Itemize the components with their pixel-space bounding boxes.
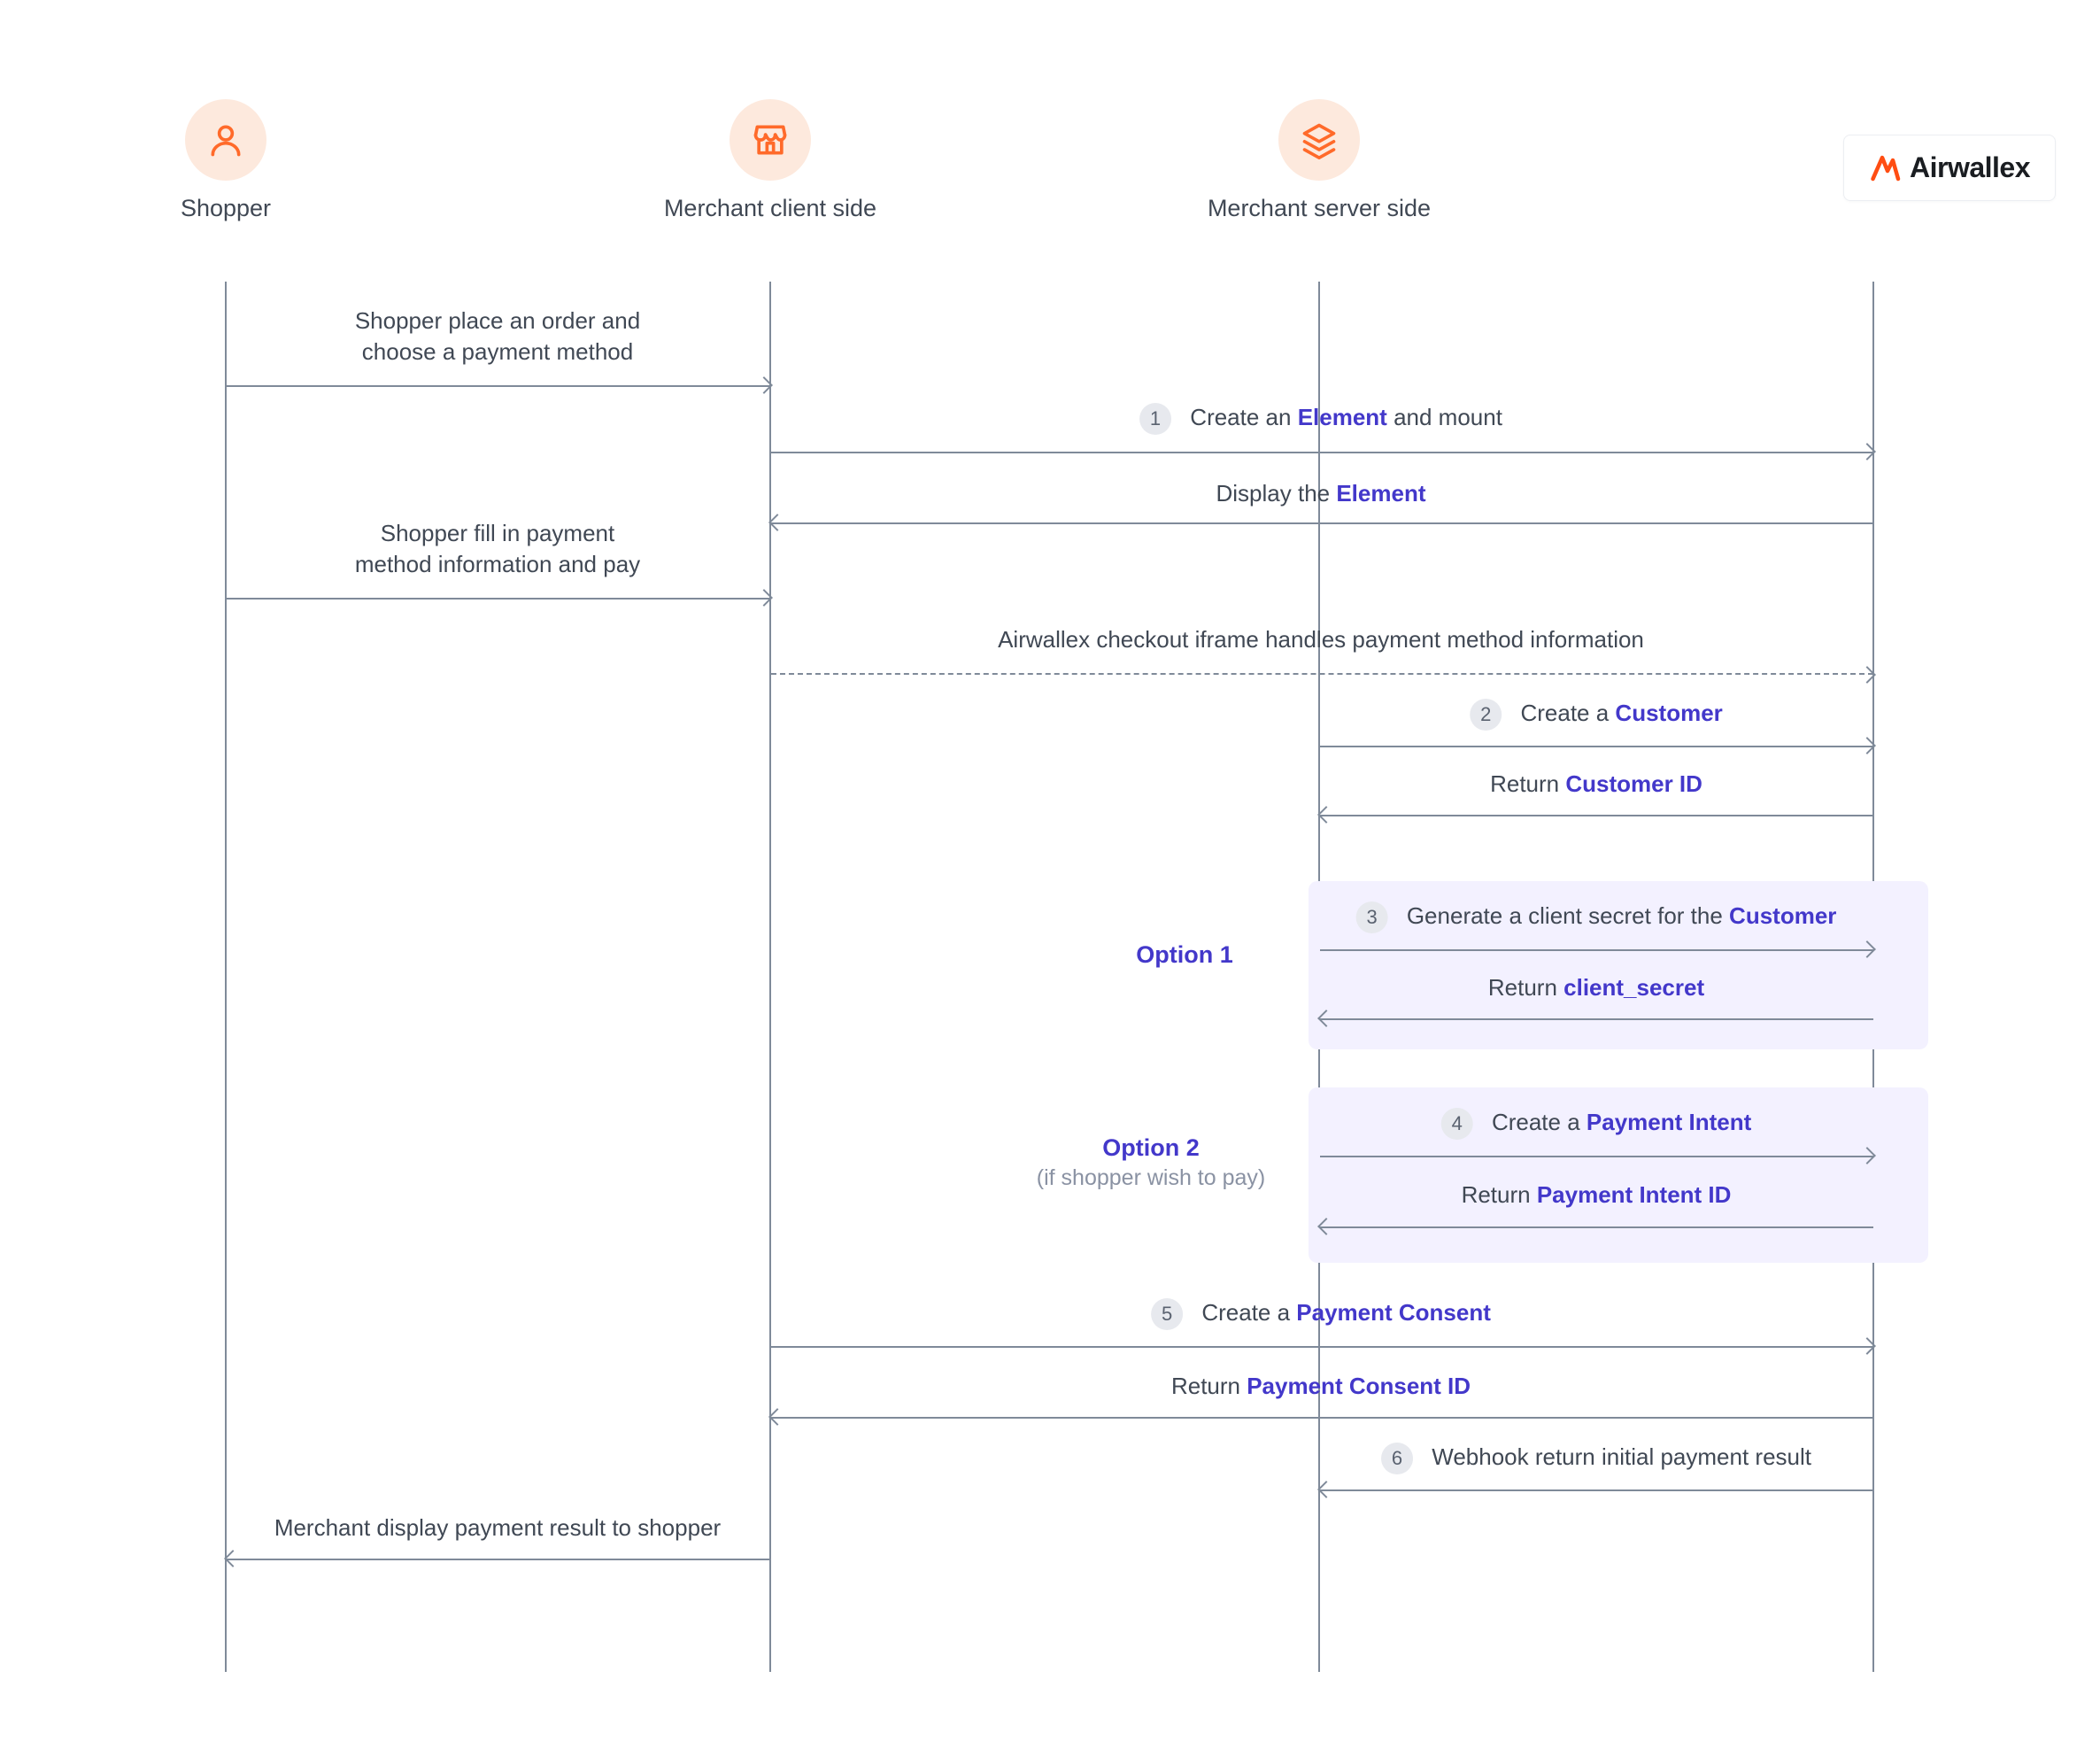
user-icon bbox=[185, 99, 266, 181]
actor-label: Shopper bbox=[93, 195, 359, 222]
airwallex-badge: Airwallex bbox=[1843, 135, 2056, 201]
actor-client: Merchant client side bbox=[637, 99, 903, 222]
msg-12: 5 Create a Payment Consent bbox=[1151, 1297, 1491, 1330]
arrow-08 bbox=[1320, 949, 1873, 951]
msg-06: 2 Create a Customer bbox=[1470, 698, 1723, 731]
msg-04: Shopper fill in payment method informati… bbox=[355, 518, 640, 580]
arrow-03 bbox=[771, 522, 1873, 524]
sequence-diagram: Shopper Merchant client side Merchant se… bbox=[0, 0, 2100, 1764]
store-icon bbox=[730, 99, 811, 181]
option-1-label: Option 1 bbox=[1136, 939, 1233, 971]
arrow-14 bbox=[1320, 1489, 1873, 1491]
actor-label: Merchant server side bbox=[1186, 195, 1452, 222]
msg-15: Merchant display payment result to shopp… bbox=[274, 1513, 721, 1544]
msg-07: Return Customer ID bbox=[1490, 769, 1702, 800]
arrow-06 bbox=[1320, 746, 1873, 747]
arrow-11 bbox=[1320, 1226, 1873, 1228]
step-1-badge: 1 bbox=[1139, 403, 1171, 435]
step-5-badge: 5 bbox=[1151, 1298, 1183, 1330]
actor-server: Merchant server side bbox=[1186, 99, 1452, 222]
arrow-15 bbox=[227, 1559, 770, 1560]
msg-02: 1 Create an Element and mount bbox=[1139, 402, 1502, 435]
lifeline-shopper bbox=[225, 282, 227, 1672]
step-4-badge: 4 bbox=[1441, 1108, 1473, 1140]
arrow-01 bbox=[227, 385, 770, 387]
msg-13: Return Payment Consent ID bbox=[1171, 1371, 1471, 1402]
airwallex-label: Airwallex bbox=[1910, 151, 2030, 184]
option-2-label: Option 2 (if shopper wish to pay) bbox=[1037, 1132, 1265, 1194]
arrow-10 bbox=[1320, 1156, 1873, 1157]
msg-09: Return client_secret bbox=[1488, 972, 1704, 1003]
msg-08: 3 Generate a client secret for the Custo… bbox=[1356, 901, 1837, 933]
msg-03: Display the Element bbox=[1216, 478, 1426, 509]
stack-icon bbox=[1278, 99, 1360, 181]
arrow-05-dashed bbox=[771, 673, 1873, 675]
arrow-13 bbox=[771, 1417, 1873, 1419]
arrow-12 bbox=[771, 1346, 1873, 1348]
step-6-badge: 6 bbox=[1381, 1443, 1413, 1474]
msg-01: Shopper place an order and choose a paym… bbox=[355, 306, 640, 368]
lifeline-client bbox=[769, 282, 771, 1672]
step-2-badge: 2 bbox=[1470, 699, 1502, 731]
airwallex-logo-icon bbox=[1869, 152, 1901, 184]
msg-05: Airwallex checkout iframe handles paymen… bbox=[998, 624, 1644, 655]
arrow-07 bbox=[1320, 815, 1873, 816]
msg-11: Return Payment Intent ID bbox=[1462, 1180, 1732, 1211]
arrow-09 bbox=[1320, 1018, 1873, 1020]
actor-shopper: Shopper bbox=[93, 99, 359, 222]
step-3-badge: 3 bbox=[1356, 901, 1388, 933]
msg-14: 6 Webhook return initial payment result bbox=[1381, 1442, 1811, 1474]
arrow-04 bbox=[227, 598, 770, 600]
arrow-02 bbox=[771, 452, 1873, 453]
msg-10: 4 Create a Payment Intent bbox=[1441, 1107, 1752, 1140]
actor-label: Merchant client side bbox=[637, 195, 903, 222]
